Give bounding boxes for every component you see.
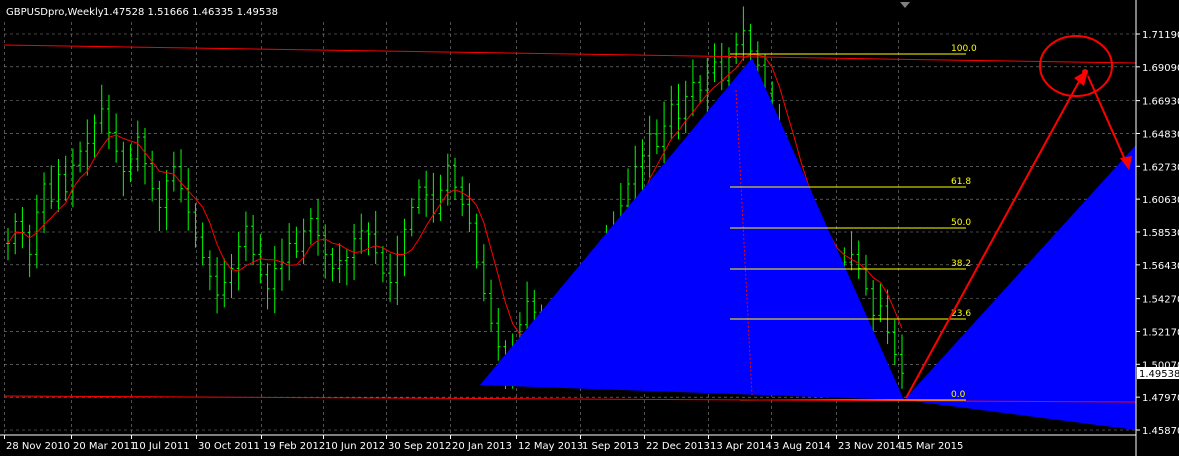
time-tick-label: 3 Aug 2014 [773, 441, 831, 452]
ohlc-label: 1.47528 1.51666 1.46335 1.49538 [103, 7, 278, 18]
price-tick-label: 1.64830 [1142, 129, 1179, 140]
time-tick-label: 28 Nov 2010 [6, 441, 70, 452]
price-tick-label: 1.69090 [1142, 63, 1179, 74]
time-tick-label: 22 Dec 2013 [646, 441, 710, 452]
time-tick-label: 10 Jun 2012 [325, 441, 385, 452]
time-tick-label: 10 Jul 2011 [133, 441, 190, 452]
time-tick-label: 20 Mar 2011 [73, 441, 136, 452]
price-tick-label: 1.45870 [1142, 426, 1179, 437]
time-tick-label: 13 Apr 2014 [710, 441, 772, 452]
target-point [1082, 69, 1088, 75]
symbol-label: GBPUSDpro,Weekly [6, 7, 104, 18]
price-tick-label: 1.71190 [1142, 30, 1179, 41]
time-tick-label: 19 Feb 2012 [263, 441, 325, 452]
fib-level-label: 0.0 [951, 390, 966, 400]
fib-level-label: 100.0 [951, 44, 977, 54]
time-tick-label: 23 Nov 2014 [838, 441, 902, 452]
price-tick-label: 1.66930 [1142, 97, 1179, 108]
fib-level-label: 61.8 [951, 177, 971, 187]
chart-window[interactable]: 100.061.850.038.223.60.0 1.711901.690901… [0, 0, 1179, 456]
time-tick-label: 15 Mar 2015 [900, 441, 963, 452]
price-chart[interactable]: 100.061.850.038.223.60.0 1.711901.690901… [0, 0, 1179, 456]
fib-level-label: 50.0 [951, 218, 971, 228]
price-tick-label: 1.47970 [1142, 393, 1179, 404]
time-tick-label: 1 Sep 2013 [582, 441, 639, 452]
fib-level-label: 38.2 [951, 259, 971, 269]
time-tick-label: 30 Oct 2011 [198, 441, 260, 452]
time-tick-label: 12 May 2013 [518, 441, 583, 452]
price-tick-label: 1.62730 [1142, 162, 1179, 173]
current-price-label: 1.49538 [1139, 369, 1179, 380]
time-tick-label: 30 Sep 2012 [388, 441, 451, 452]
price-tick-label: 1.58530 [1142, 228, 1179, 239]
price-tick-label: 1.60630 [1142, 195, 1179, 206]
price-tick-label: 1.54270 [1142, 295, 1179, 306]
time-tick-label: 20 Jan 2013 [452, 441, 512, 452]
price-tick-label: 1.56430 [1142, 261, 1179, 272]
price-tick-label: 1.52170 [1142, 327, 1179, 338]
